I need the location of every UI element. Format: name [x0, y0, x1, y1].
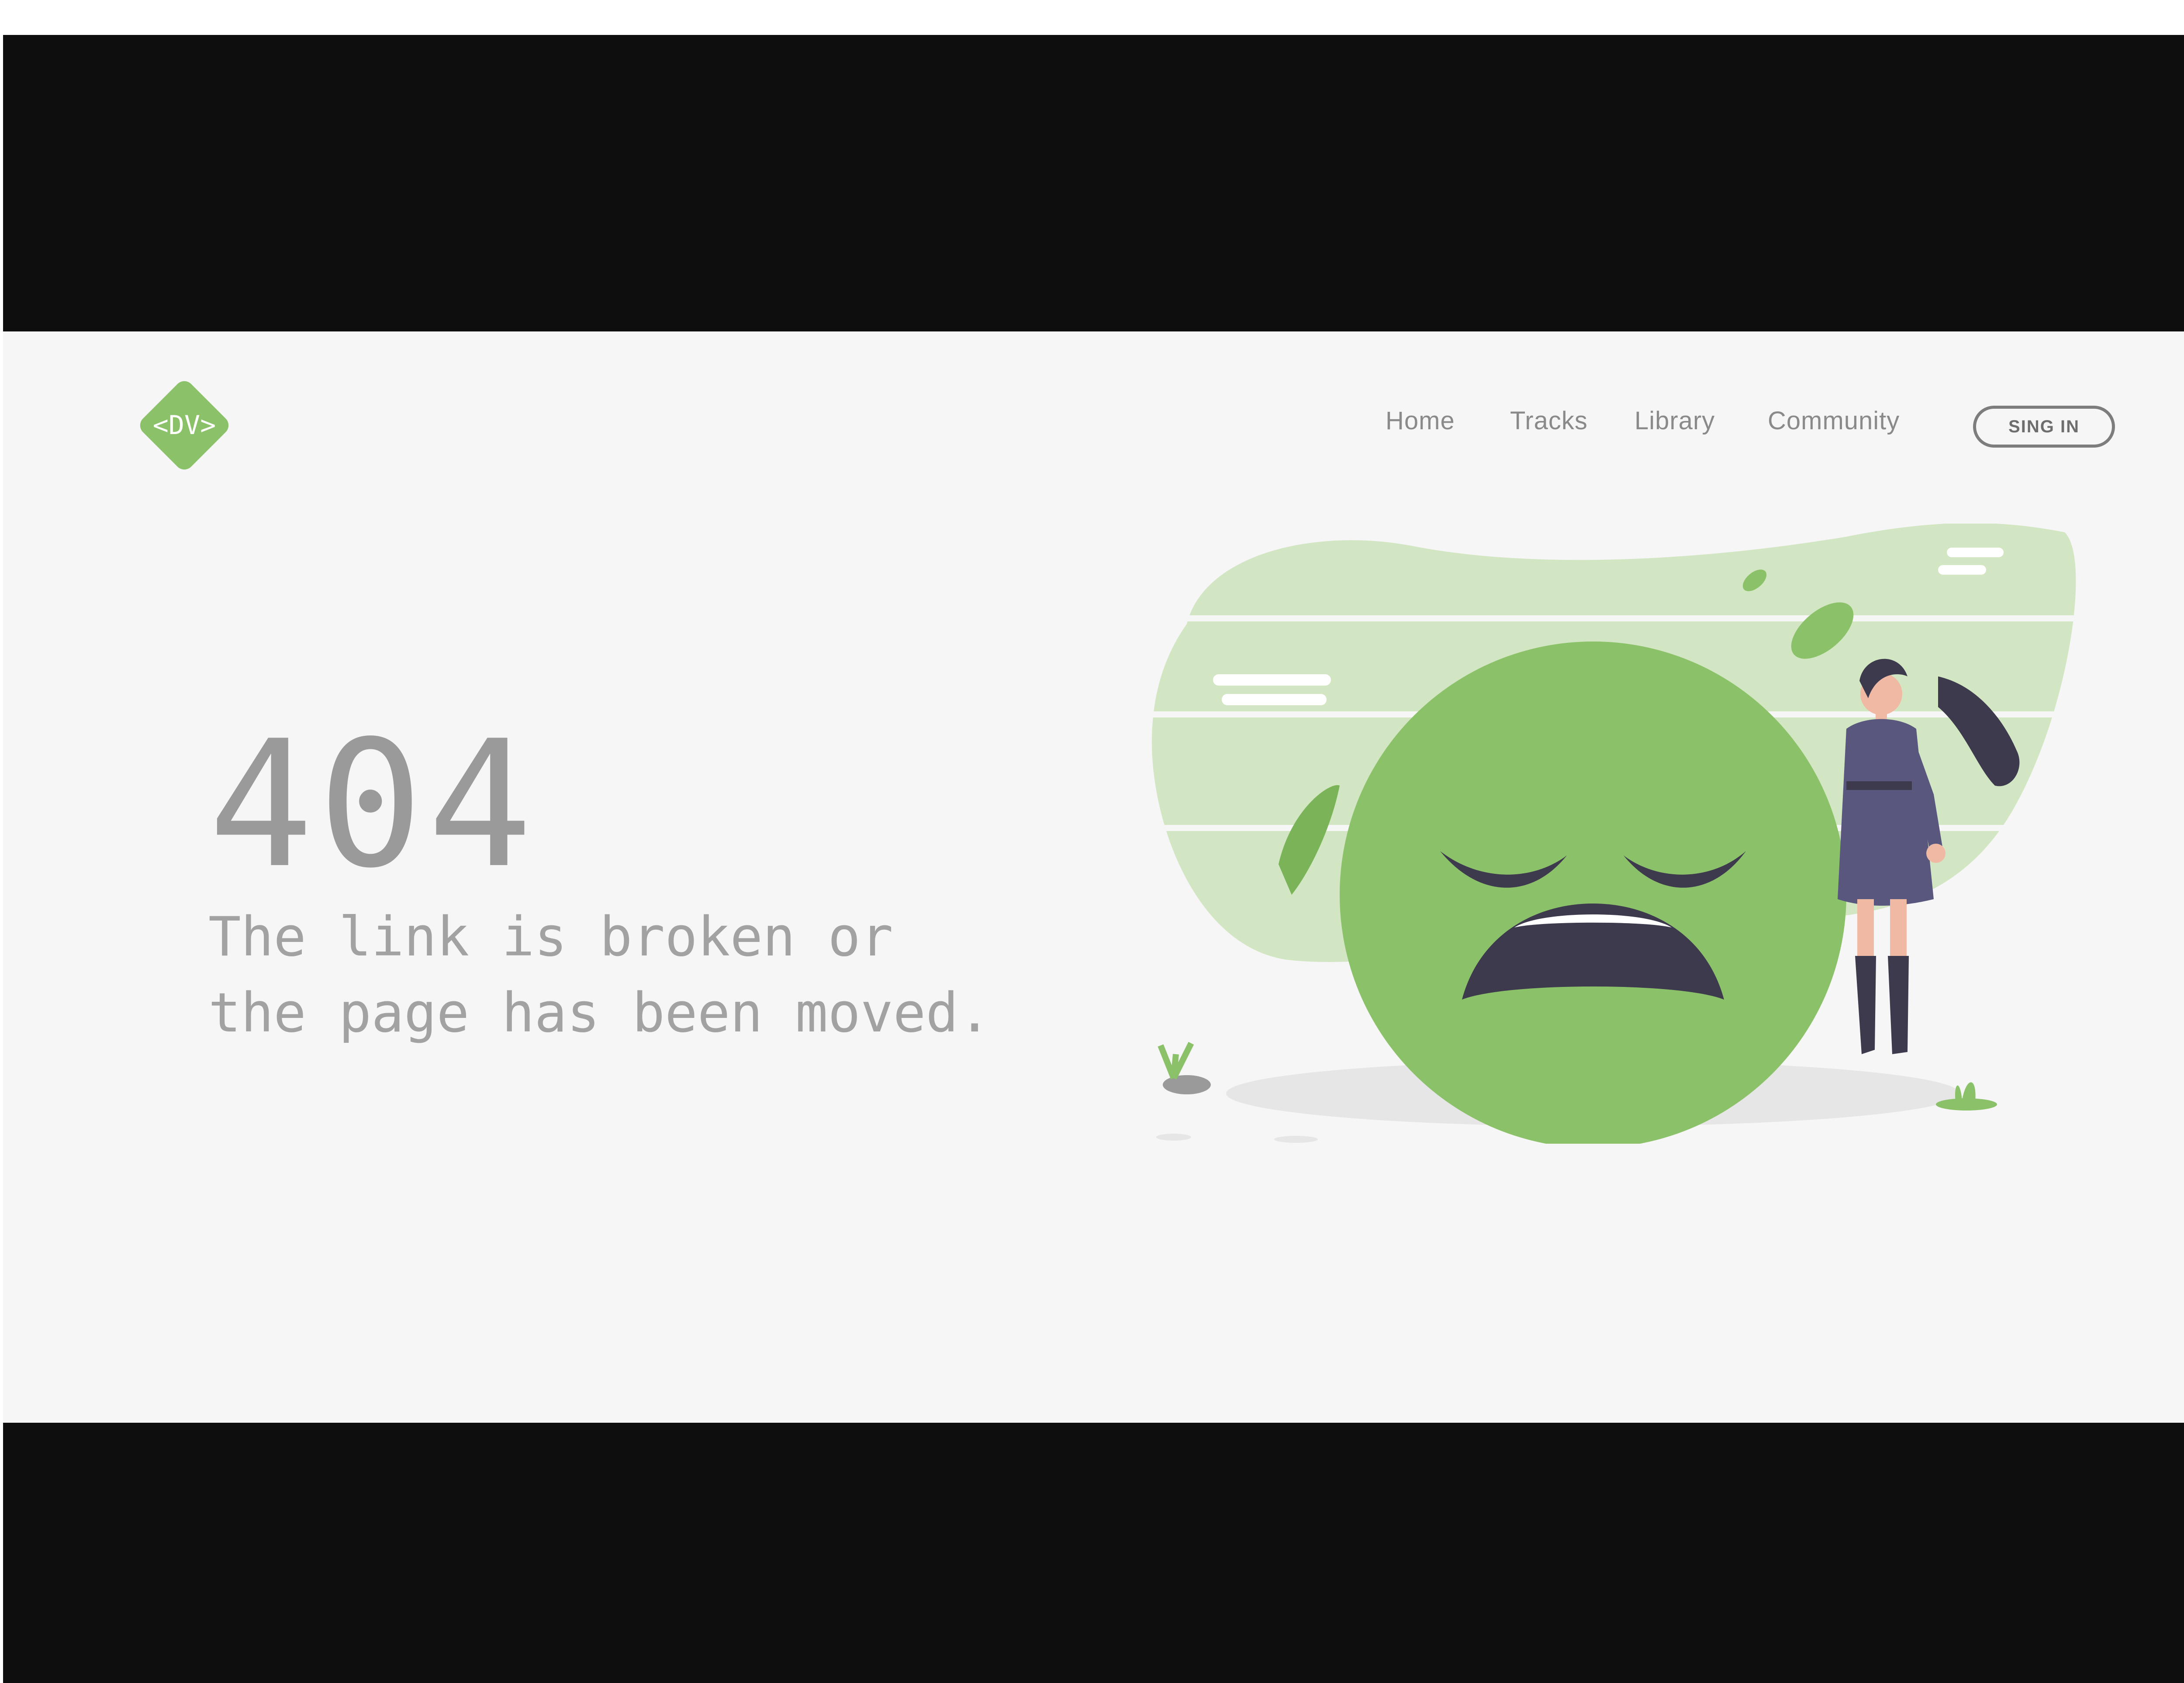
nav-home[interactable]: Home: [1386, 395, 1455, 447]
nav-tracks[interactable]: Tracks: [1510, 395, 1588, 447]
letterbox-bottom: [3, 1423, 2184, 1683]
error-page: <DV> Home Tracks Library Community SING …: [3, 331, 2184, 1423]
letterbox-top: [3, 35, 2184, 331]
error-code: 404: [208, 704, 537, 907]
error-message-line-2: the page has been moved.: [208, 982, 991, 1045]
main-nav: Home Tracks Library Community: [3, 395, 2184, 447]
error-message-line-1: The link is broken or: [208, 906, 893, 969]
nav-community[interactable]: Community: [1768, 395, 1900, 447]
sad-face-illustration-icon: [1147, 524, 2122, 1144]
nav-library[interactable]: Library: [1635, 395, 1715, 447]
sign-in-button[interactable]: SING IN: [1973, 406, 2115, 448]
error-message: The link is broken or the page has been …: [208, 899, 991, 1051]
